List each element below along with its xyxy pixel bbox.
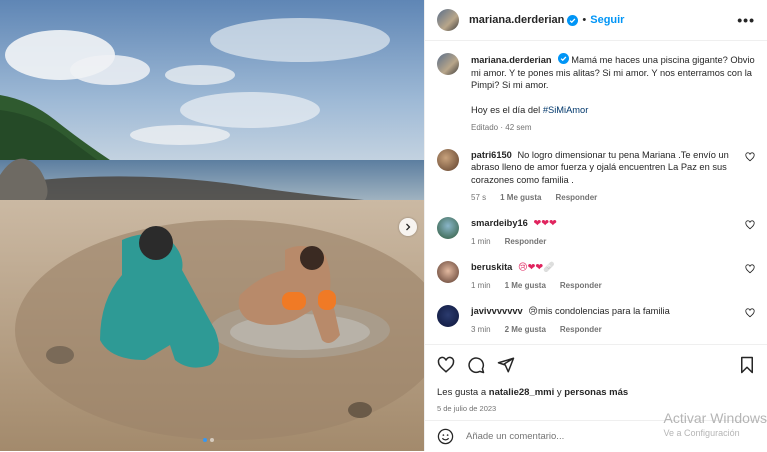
post-header: mariana.derderian • Seguir •••: [425, 0, 767, 41]
comment-time: 1 min: [471, 237, 491, 246]
comment-bubble-icon[interactable]: [467, 356, 485, 374]
comment-row: patri6150 No logro dimensionar tu pena M…: [437, 148, 755, 205]
slide-dot-active: [203, 438, 207, 442]
liked-by-user[interactable]: natalie28_mmi: [489, 387, 554, 398]
emoji-smiley-icon[interactable]: [437, 428, 454, 445]
comment-username[interactable]: beruskita: [471, 262, 512, 272]
like-comment-heart-icon[interactable]: [745, 263, 755, 274]
comment-username[interactable]: patri6150: [471, 150, 512, 160]
avatar[interactable]: [437, 148, 459, 171]
comment-meta: 1 min Responder: [471, 236, 737, 249]
comment-likes[interactable]: 2 Me gusta: [505, 324, 546, 337]
reply-button[interactable]: Responder: [555, 192, 597, 205]
comment-meta: 57 s 1 Me gusta Responder: [471, 192, 737, 205]
bookmark-icon[interactable]: [739, 356, 755, 374]
comment-emoji: ❤❤❤: [533, 217, 557, 229]
comment-username[interactable]: javivvvvvvv: [471, 306, 523, 316]
slide-dot: [210, 438, 214, 442]
hashtag-link[interactable]: #SiMiAmor: [543, 105, 588, 115]
comment-time: 3 min: [471, 325, 491, 334]
comment-input[interactable]: [464, 430, 755, 443]
next-slide-button[interactable]: [399, 218, 417, 236]
comment-row: smardeiby16 ❤❤❤ 1 min Responder: [437, 216, 755, 249]
share-send-icon[interactable]: [497, 356, 515, 374]
like-comment-heart-icon[interactable]: [745, 307, 755, 318]
likes-connector: y: [554, 387, 565, 398]
add-comment-bar: [425, 420, 767, 452]
post-photo[interactable]: [0, 0, 424, 451]
beach-photo: [0, 0, 424, 451]
comment-text: mis condolencias para la familia: [538, 305, 670, 316]
comment-time: 1 min: [471, 281, 491, 290]
comment-meta: 1 min 1 Me gusta Responder: [471, 280, 737, 293]
likes-summary: Les gusta a natalie28_mmi y personas más: [437, 387, 755, 398]
like-comment-heart-icon[interactable]: [745, 219, 755, 230]
comment-row: javivvvvvvv 😢mis condolencias para la fa…: [437, 304, 755, 337]
comment-row: beruskita 😢❤❤🩹 1 min 1 Me gusta Responde…: [437, 260, 755, 293]
comment-username[interactable]: smardeiby16: [471, 218, 528, 228]
comment-emoji: 😢: [528, 305, 538, 317]
caption-line2-text: Hoy es el día del: [471, 104, 543, 115]
comment-time: 57 s: [471, 193, 487, 202]
reply-button[interactable]: Responder: [560, 280, 602, 293]
post-details-panel: mariana.derderian • Seguir ••• mariana.d…: [424, 0, 767, 451]
slide-indicator: [203, 438, 214, 442]
avatar[interactable]: [437, 304, 459, 327]
comment-emoji: 😢❤❤🩹: [517, 261, 555, 273]
verified-badge-icon: [567, 14, 579, 26]
action-icons: [437, 353, 755, 377]
like-heart-icon[interactable]: [437, 356, 455, 374]
caption: mariana.derderian Mamá me haces una pisc…: [437, 53, 755, 135]
avatar[interactable]: [437, 53, 459, 75]
verified-badge-icon: [557, 53, 569, 64]
avatar[interactable]: [437, 260, 459, 283]
reply-button[interactable]: Responder: [560, 324, 602, 337]
caption-line2: Hoy es el día del #SiMiAmor: [471, 104, 755, 117]
post-actions: Les gusta a natalie28_mmi y personas más…: [425, 344, 767, 413]
post-date: 5 de julio de 2023: [437, 404, 497, 413]
like-comment-heart-icon[interactable]: [745, 151, 755, 162]
comments-list[interactable]: mariana.derderian Mamá me haces una pisc…: [425, 41, 767, 344]
caption-username[interactable]: mariana.derderian: [471, 55, 552, 65]
comment-likes[interactable]: 1 Me gusta: [505, 280, 546, 293]
comment-meta: 3 min 2 Me gusta Responder: [471, 324, 737, 337]
reply-button[interactable]: Responder: [505, 236, 547, 249]
chevron-right-icon: [406, 223, 411, 231]
more-options-button[interactable]: •••: [737, 12, 755, 28]
author-username[interactable]: mariana.derderian: [469, 14, 564, 26]
caption-edited-time: Editado · 42 sem: [471, 123, 532, 132]
avatar[interactable]: [437, 9, 459, 31]
caption-meta: Editado · 42 sem: [471, 122, 755, 135]
follow-button[interactable]: Seguir: [590, 14, 624, 26]
separator-dot: •: [582, 14, 587, 26]
avatar[interactable]: [437, 216, 459, 239]
others-link[interactable]: personas más: [564, 387, 628, 398]
likes-prefix: Les gusta a: [437, 387, 489, 398]
comment-likes[interactable]: 1 Me gusta: [500, 192, 541, 205]
